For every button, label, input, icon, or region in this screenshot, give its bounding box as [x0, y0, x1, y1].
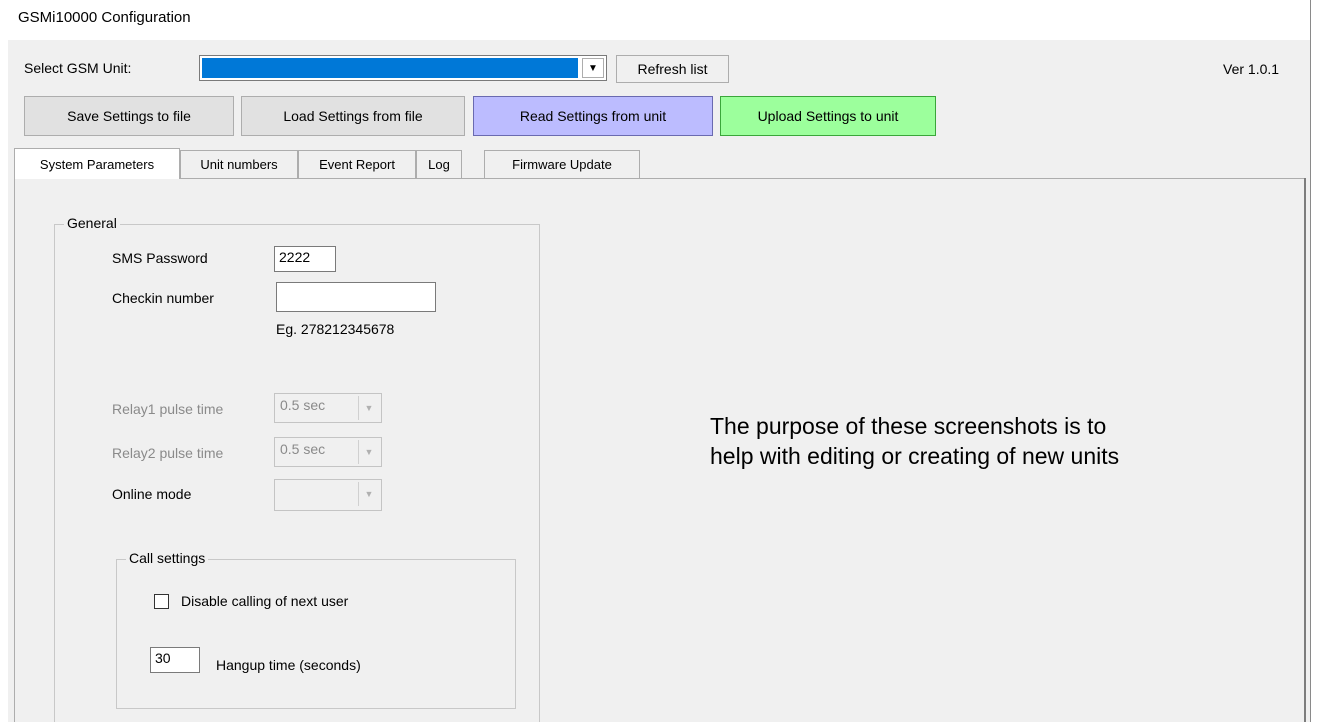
general-group-legend: General: [64, 215, 120, 231]
call-settings-legend: Call settings: [126, 550, 209, 566]
checkin-number-hint: Eg. 278212345678: [276, 321, 395, 337]
relay1-pulse-select[interactable]: 0.5 sec ▼: [274, 393, 382, 423]
panel-edge: [1304, 178, 1306, 722]
chevron-down-icon: ▼: [358, 482, 379, 506]
checkin-number-label: Checkin number: [112, 290, 214, 306]
online-mode-label: Online mode: [112, 486, 192, 502]
annotation-line-2: help with editing or creating of new uni…: [710, 443, 1120, 469]
relay2-pulse-value: 0.5 sec: [280, 441, 326, 457]
disable-calling-checkbox[interactable]: [154, 594, 169, 609]
relay2-pulse-label: Relay2 pulse time: [112, 445, 224, 461]
tab-unit-numbers[interactable]: Unit numbers: [180, 150, 298, 178]
upload-settings-button[interactable]: Upload Settings to unit: [720, 96, 936, 136]
window-title: GSMi10000 Configuration: [18, 9, 191, 26]
relay1-pulse-value: 0.5 sec: [280, 397, 326, 413]
tab-firmware-update[interactable]: Firmware Update: [484, 150, 640, 178]
load-settings-button[interactable]: Load Settings from file: [241, 96, 465, 136]
read-settings-button[interactable]: Read Settings from unit: [473, 96, 713, 136]
save-settings-button[interactable]: Save Settings to file: [24, 96, 234, 136]
gsm-unit-selected-value: [202, 58, 578, 78]
chevron-down-icon[interactable]: ▼: [582, 58, 604, 78]
annotation-line-1: The purpose of these screenshots is to: [710, 413, 1107, 439]
tab-system-parameters[interactable]: System Parameters: [14, 148, 180, 179]
relay2-pulse-select[interactable]: 0.5 sec ▼: [274, 437, 382, 467]
refresh-list-button[interactable]: Refresh list: [616, 55, 729, 83]
relay1-pulse-label: Relay1 pulse time: [112, 401, 224, 417]
tab-event-report[interactable]: Event Report: [298, 150, 416, 178]
hangup-time-field[interactable]: 30: [150, 647, 200, 673]
window-border: [1310, 0, 1311, 722]
sms-password-label: SMS Password: [112, 250, 208, 266]
title-bar: [0, 0, 1310, 40]
chevron-down-icon: ▼: [358, 440, 379, 464]
chevron-down-icon: ▼: [358, 396, 379, 420]
disable-calling-label[interactable]: Disable calling of next user: [181, 593, 348, 609]
hangup-time-label: Hangup time (seconds): [216, 657, 361, 673]
tab-log[interactable]: Log: [416, 150, 462, 178]
version-label: Ver 1.0.1: [1223, 61, 1280, 77]
gsm-unit-select[interactable]: ▼: [199, 55, 607, 81]
checkin-number-field[interactable]: [276, 282, 436, 312]
sms-password-field[interactable]: 2222: [274, 246, 336, 272]
select-unit-label: Select GSM Unit:: [24, 60, 132, 76]
call-settings-group: [116, 559, 516, 709]
online-mode-select[interactable]: ▼: [274, 479, 382, 511]
